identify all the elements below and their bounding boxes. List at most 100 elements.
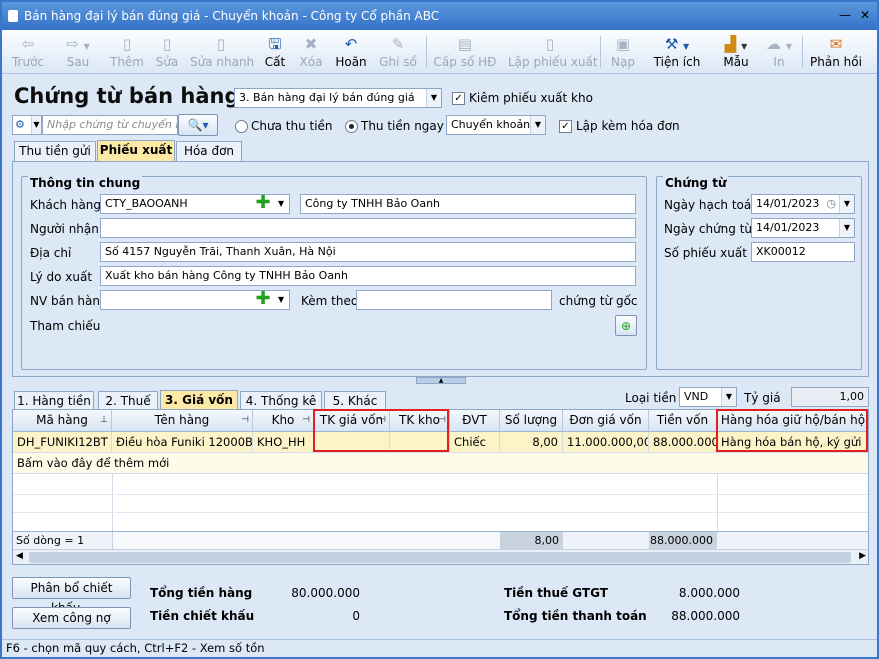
post-button[interactable]: ✎ Ghi sổ [376, 32, 420, 72]
tab-thu-tien-gui[interactable]: Thu tiền gửi [14, 141, 96, 161]
reference-label: Tham chiếu [30, 319, 101, 333]
chevron-down-icon: ▼ [839, 195, 854, 213]
cell-cost-amount[interactable]: 88.000.000 [649, 432, 717, 453]
splitter-handle[interactable]: ▲ [416, 377, 466, 384]
minimize-button[interactable]: — [836, 6, 854, 24]
chevron-down-icon[interactable]: ▼ [278, 199, 284, 208]
export-no-label: Số phiếu xuất [664, 246, 747, 260]
tab-hoa-don[interactable]: Hóa đơn [176, 141, 242, 161]
currency-select[interactable]: VND ▼ [679, 387, 737, 407]
next-button[interactable]: ⇨ ▼ Sau [56, 32, 100, 72]
utilities-button[interactable]: ⚒ ▼ Tiện ích [646, 32, 708, 72]
currency-label: Loại tiền [625, 391, 677, 405]
submit-button[interactable]: ▣ Nạp [606, 32, 640, 72]
scrollbar-thumb[interactable] [29, 552, 851, 563]
discount-label: Tiền chiết khấu [150, 609, 255, 623]
attach-field[interactable] [356, 290, 552, 310]
exchange-rate-label: Tỷ giá [744, 391, 781, 405]
grand-total-value: 88.000.000 [671, 609, 740, 623]
edit-button[interactable]: ▯ Sửa [150, 32, 184, 72]
arrow-right-icon: ⇨ ▼ [66, 35, 90, 53]
reason-field[interactable]: Xuất kho bán hàng Công ty TNHH Bảo Oanh [100, 266, 636, 286]
search-button[interactable]: 🔍▾ [178, 114, 218, 136]
with-invoice-checkbox[interactable]: ✓ [559, 120, 572, 133]
search-voucher-input[interactable]: Nhập chứng từ chuyển kho [42, 115, 178, 135]
back-button[interactable]: ⇦ Trước [8, 32, 48, 72]
tab-phieu-xuat[interactable]: Phiếu xuất [97, 140, 175, 161]
make-export-slip-button[interactable]: ▯ Lập phiếu xuất [508, 32, 598, 72]
status-bar: F6 - chọn mã quy cách, Ctrl+F2 - Xem số … [2, 639, 877, 657]
search-mode-select[interactable]: ⚙ ▼ [12, 115, 42, 135]
payment-method-select[interactable]: Chuyển khoản ▼ [446, 115, 546, 135]
cell-warehouse[interactable]: KHO_HH [253, 432, 314, 453]
cell-unit[interactable]: Chiếc [450, 432, 500, 453]
app-window: Bán hàng đại lý bán đúng giá - Chuyển kh… [0, 0, 879, 659]
col-header-unit-cost[interactable]: Đơn giá vốn [563, 410, 649, 432]
undo-button[interactable]: ↶ Hoãn [332, 32, 370, 72]
allocate-discount-button[interactable]: Phân bổ chiết khấu... [12, 577, 131, 615]
customer-name-field[interactable]: Công ty TNHH Bảo Oanh [300, 194, 636, 214]
quick-edit-icon: ▯ [216, 35, 226, 53]
print-icon: ☁ ▼ [766, 35, 792, 53]
cell-quantity[interactable]: 8,00 [500, 432, 563, 453]
add-salesperson-icon[interactable]: ✚ [254, 290, 272, 309]
template-button[interactable]: ▟ ▼ Mẫu [712, 32, 760, 72]
tab-gia-von[interactable]: 3. Giá vốn [160, 390, 238, 411]
toolbar-separator [600, 36, 601, 68]
add-customer-icon[interactable]: ✚ [254, 194, 272, 213]
col-header-quantity[interactable]: Số lượng [500, 410, 563, 432]
quick-edit-button[interactable]: ▯ Sửa nhanh [190, 32, 254, 72]
voucher-type-select[interactable]: 3. Bán hàng đại lý bán đúng giá ▼ [234, 88, 442, 108]
pencil-icon: ✎ [391, 35, 405, 53]
posting-date-field[interactable]: 14/01/2023 ◷ ▼ [751, 194, 855, 214]
posting-date-label: Ngày hạch toán [664, 198, 759, 212]
attach-suffix-label: chứng từ gốc [559, 294, 638, 308]
col-header-warehouse[interactable]: Kho ⊣ [253, 410, 314, 432]
print-button[interactable]: ☁ ▼ In [764, 32, 794, 72]
document-add-icon: ▯ [122, 35, 132, 53]
scroll-left-icon[interactable]: ◀ [16, 551, 23, 561]
col-header-unit[interactable]: ĐVT [450, 410, 500, 432]
export-no-field[interactable]: XK00012 [751, 242, 855, 262]
grid-line [13, 494, 868, 495]
tab-hang-tien[interactable]: 1. Hàng tiền [14, 391, 94, 411]
reference-button[interactable]: ⊕ [615, 315, 637, 336]
attach-label: Kèm theo [301, 294, 359, 308]
receiver-field[interactable] [100, 218, 636, 238]
unpaid-radio[interactable] [235, 120, 248, 133]
add-button[interactable]: ▯ Thêm [108, 32, 146, 72]
add-new-row[interactable]: Bấm vào đây để thêm mới [13, 453, 868, 474]
floppy-disk-icon: 🖫 [268, 35, 282, 53]
col-header-item-name[interactable]: Tên hàng ⊣ [112, 410, 253, 432]
col-header-item-code[interactable]: Mã hàng ⊥ [13, 410, 112, 432]
view-debt-button[interactable]: Xem công nợ [12, 607, 131, 629]
address-field[interactable]: Số 4157 Nguyễn Trãi, Thanh Xuân, Hà Nội [100, 242, 636, 262]
paid-now-radio[interactable] [345, 120, 358, 133]
envelope-icon: ✉ [829, 35, 843, 53]
tab-thue[interactable]: 2. Thuế [98, 391, 158, 411]
voucher-date-field[interactable]: 14/01/2023 ▼ [751, 218, 855, 238]
close-button[interactable]: ✕ [856, 6, 874, 24]
toolbar-separator [426, 36, 427, 68]
col-header-cost-amount[interactable]: Tiền vốn [649, 410, 717, 432]
row-count: Số dòng = 1 [16, 534, 85, 547]
horizontal-scrollbar[interactable]: ◀ ▶ [13, 549, 868, 564]
feedback-button[interactable]: ✉ Phản hồi [808, 32, 864, 72]
search-icon: 🔍▾ [187, 118, 209, 132]
save-button[interactable]: 🖫 Cất [260, 32, 290, 72]
undo-icon: ↶ [344, 35, 358, 53]
issue-invoice-number-button[interactable]: ▤ Cấp số HĐ [432, 32, 498, 72]
tab-khac[interactable]: 5. Khác [324, 391, 386, 411]
total-goods-label: Tổng tiền hàng [150, 586, 253, 600]
chevron-down-icon[interactable]: ▼ [278, 295, 284, 304]
exchange-rate-field[interactable]: 1,00 [791, 387, 869, 407]
delete-button[interactable]: ✖ Xóa [294, 32, 328, 72]
tab-thong-ke[interactable]: 4. Thống kê [240, 391, 322, 411]
customer-label: Khách hàng [30, 198, 102, 212]
cell-item-name[interactable]: Điều hòa Funiki 12000BT [112, 432, 253, 453]
scroll-right-icon[interactable]: ▶ [859, 551, 866, 561]
page-title: Chứng từ bán hàng [14, 84, 240, 108]
cell-unit-cost[interactable]: 11.000.000,00 [563, 432, 649, 453]
cell-item-code[interactable]: DH_FUNIKI12BT [13, 432, 112, 453]
export-slip-checkbox[interactable]: ✓ [452, 92, 465, 105]
